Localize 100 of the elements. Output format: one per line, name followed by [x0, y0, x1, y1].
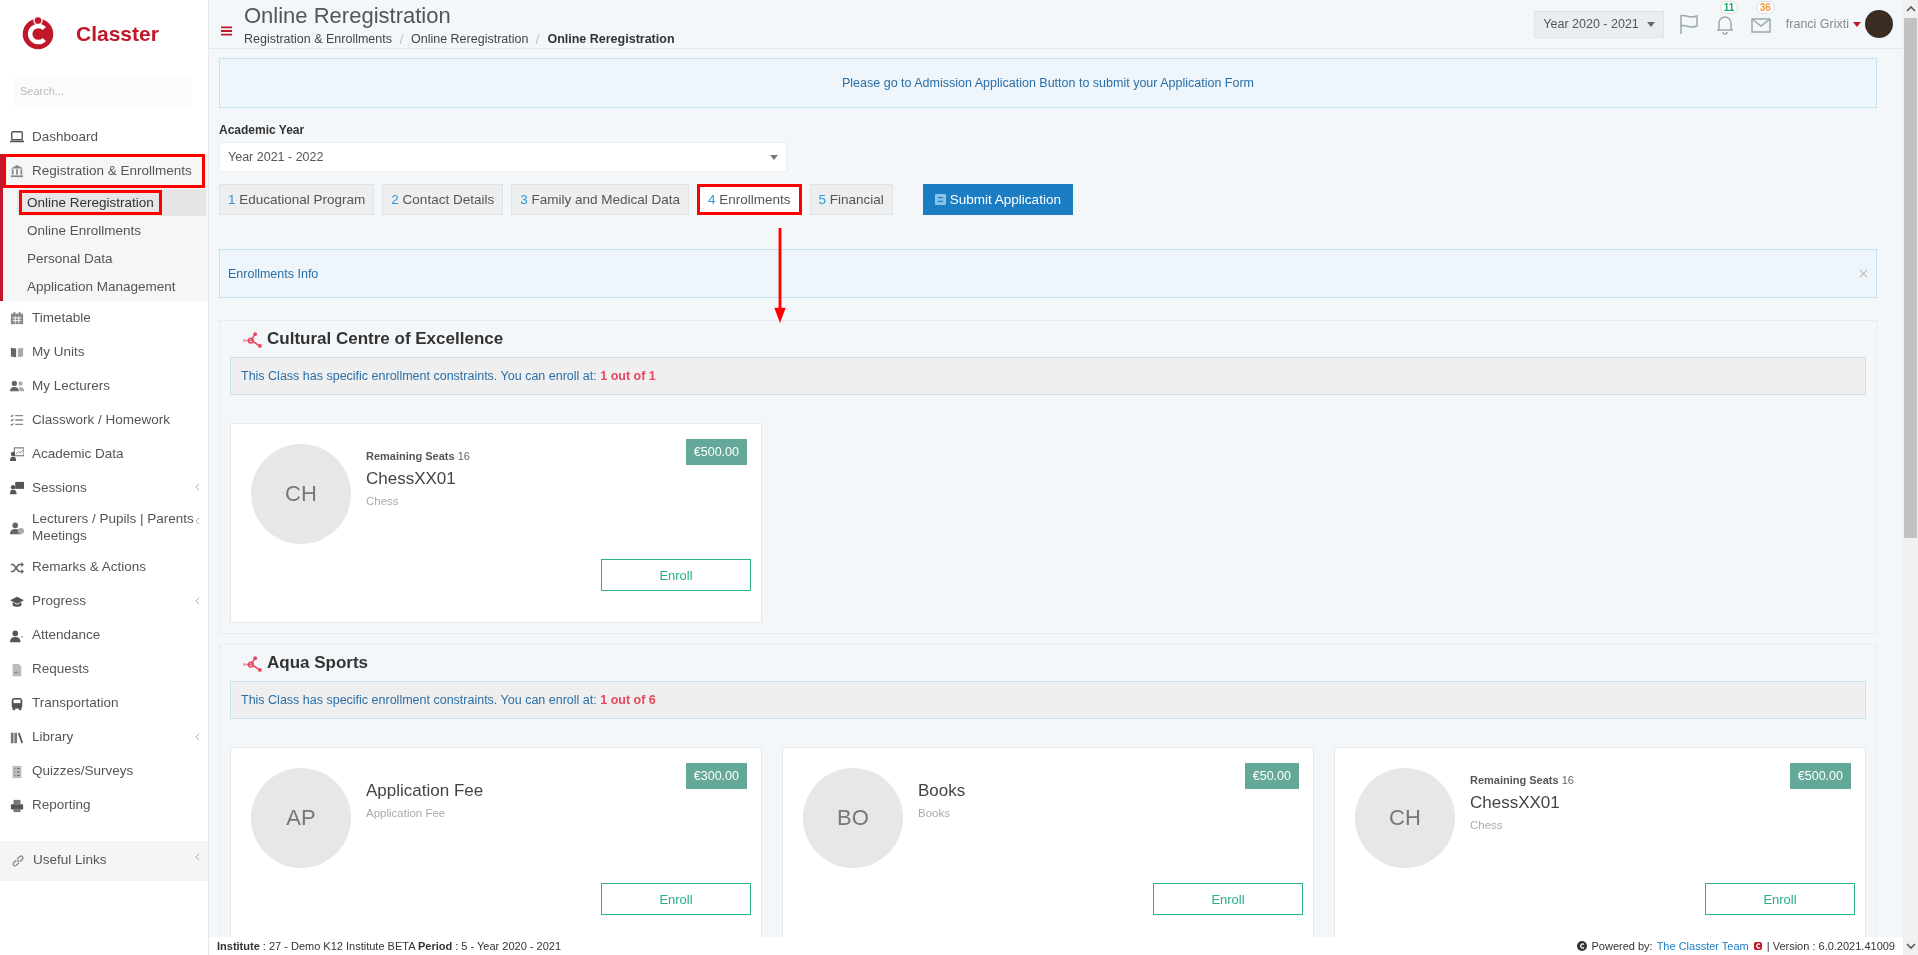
sidebar-item[interactable]: Remarks & Actions	[0, 550, 208, 585]
breadcrumb-link[interactable]: Online Reregistration	[411, 31, 529, 46]
caret-icon	[770, 154, 778, 160]
sidebar-subitem[interactable]: Application Management	[17, 273, 206, 300]
sidebar-item[interactable]: Library	[0, 720, 208, 755]
breadcrumb-link[interactable]: Registration & Enrollments	[244, 31, 392, 46]
books-icon	[10, 730, 24, 745]
link-icon	[11, 853, 25, 868]
book-icon	[10, 345, 24, 359]
checklist-icon	[10, 413, 24, 427]
sidebar-item[interactable]: Transportation	[0, 686, 208, 721]
document-icon	[10, 662, 24, 677]
brand-name: Classter	[76, 22, 159, 46]
laptop-icon	[10, 130, 24, 144]
constraint-message: This Class has specific enrollment constraints. You can enroll at: 1 out of 6	[230, 681, 1866, 719]
sidebar-item[interactable]: Progress	[0, 584, 208, 619]
sidebar-item[interactable]: Sessions	[0, 471, 208, 505]
sidebar-subitem[interactable]: Online Enrollments	[17, 217, 206, 244]
sidebar-item[interactable]: My Units	[0, 335, 208, 369]
version-text: | Version : 6.0.2021.41009	[1766, 940, 1895, 952]
submit-application-button[interactable]: Submit Application	[922, 184, 1073, 215]
scrollbar[interactable]	[1903, 0, 1918, 955]
logo-icon	[20, 16, 56, 52]
sidebar-subitem[interactable]: Online Reregistration	[17, 189, 206, 216]
sidebar-item[interactable]: Lecturers / Pupils | Parents Meetings	[0, 505, 208, 551]
caret-icon	[1646, 21, 1655, 27]
network-icon	[242, 330, 264, 348]
sidebar-item[interactable]: Quizzes/Surveys	[0, 754, 208, 789]
step-tab[interactable]: 3 Family and Medical Data	[511, 184, 689, 215]
year-dropdown[interactable]: Year 2020 - 2021	[1534, 10, 1664, 38]
user-icon	[10, 628, 24, 643]
price-tag: €500.00	[685, 439, 747, 465]
info-title: Enrollments Info	[228, 266, 319, 281]
close-icon[interactable]	[1859, 269, 1868, 278]
bus-icon	[10, 696, 24, 711]
course-subtitle: Books	[918, 807, 951, 819]
message-count: 36	[1755, 1, 1775, 14]
sidebar-item[interactable]: Requests	[0, 652, 208, 687]
shuffle-icon	[10, 560, 24, 575]
step-tab[interactable]: 1 Educational Program	[219, 184, 375, 215]
scroll-up-icon[interactable]	[1905, 6, 1916, 12]
section-title: Cultural Centre of Excellence	[267, 329, 504, 349]
course-subtitle: Application Fee	[366, 807, 447, 819]
course-title: ChessXX01	[366, 469, 457, 489]
presentation-icon	[10, 481, 24, 495]
logo-icon	[1752, 941, 1763, 951]
sidebar-item[interactable]: Classwork / Homework	[0, 403, 208, 437]
sidebar-item[interactable]: Attendance	[0, 618, 208, 653]
sidebar-item[interactable]: Useful Links	[0, 840, 208, 881]
remaining-seats: Remaining Seats 16	[1470, 774, 1574, 786]
form-icon	[934, 194, 946, 205]
breadcrumb-separator-icon	[535, 33, 541, 44]
powered-by-text: Powered by:	[1591, 940, 1653, 952]
page-title: Online Reregistration	[244, 2, 452, 29]
initials-avatar: CH	[251, 444, 351, 544]
remaining-seats: Remaining Seats 16	[366, 450, 470, 462]
course-title: Books	[918, 781, 966, 801]
initials-avatar: CH	[1355, 768, 1455, 868]
user-clock-icon	[10, 520, 24, 535]
search-field[interactable]: Search...	[14, 76, 192, 106]
sidebar-item[interactable]: Academic Data	[0, 437, 208, 471]
caret-icon	[1853, 21, 1861, 27]
avatar-circle[interactable]	[1865, 10, 1893, 38]
sidebar-item[interactable]: Dashboard	[0, 120, 208, 154]
chart-board-icon	[10, 447, 24, 461]
price-tag: €500.00	[1789, 763, 1851, 789]
price-tag: €300.00	[685, 763, 747, 789]
scrollbar-thumb[interactable]	[1904, 18, 1917, 538]
info-bar[interactable]: Enrollments Info	[219, 249, 1877, 298]
flag-icon[interactable]	[1677, 13, 1700, 35]
section-title: Aqua Sports	[267, 653, 369, 673]
menu-icon[interactable]	[221, 26, 232, 36]
step-tab[interactable]: 2 Contact Details	[382, 184, 504, 215]
initials-avatar: AP	[251, 768, 351, 868]
notification-count: 11	[1719, 1, 1739, 14]
calendar-icon	[10, 311, 24, 325]
course-subtitle: Chess	[366, 495, 400, 507]
bank-icon	[10, 164, 24, 178]
sidebar-item[interactable]: My Lecturers	[0, 369, 208, 403]
academic-year-select[interactable]: Year 2021 - 2022	[219, 142, 787, 172]
scroll-down-icon[interactable]	[1905, 943, 1916, 949]
price-tag: €50.00	[1244, 763, 1299, 789]
step-tab[interactable]: 5 Financial	[809, 184, 893, 215]
course-title: Application Fee	[366, 781, 484, 801]
sidebar-subitem[interactable]: Personal Data	[17, 245, 206, 272]
list-icon	[10, 764, 24, 779]
sidebar-item[interactable]: Registration & Enrollments	[3, 154, 205, 188]
step-tab[interactable]: 4 Enrollments	[697, 184, 802, 215]
initials-avatar: BO	[803, 768, 903, 868]
notice-banner: Please go to Admission Application Button to submit your Application Form	[219, 58, 1877, 108]
sidebar-item[interactable]: Timetable	[0, 301, 208, 335]
team-link[interactable]: The Classter Team	[1656, 940, 1749, 952]
sidebar-item[interactable]: Reporting	[0, 788, 208, 823]
graduation-cap-icon	[10, 594, 24, 609]
course-subtitle: Chess	[1470, 819, 1504, 831]
printer-icon	[10, 798, 24, 813]
users-icon	[10, 379, 24, 393]
footer-info: Institute : 27 - Demo K12 Institute BETA Period : 5 - Year 2020 - 2021	[217, 940, 562, 952]
breadcrumb-separator-icon	[399, 33, 404, 44]
network-icon	[242, 654, 264, 672]
